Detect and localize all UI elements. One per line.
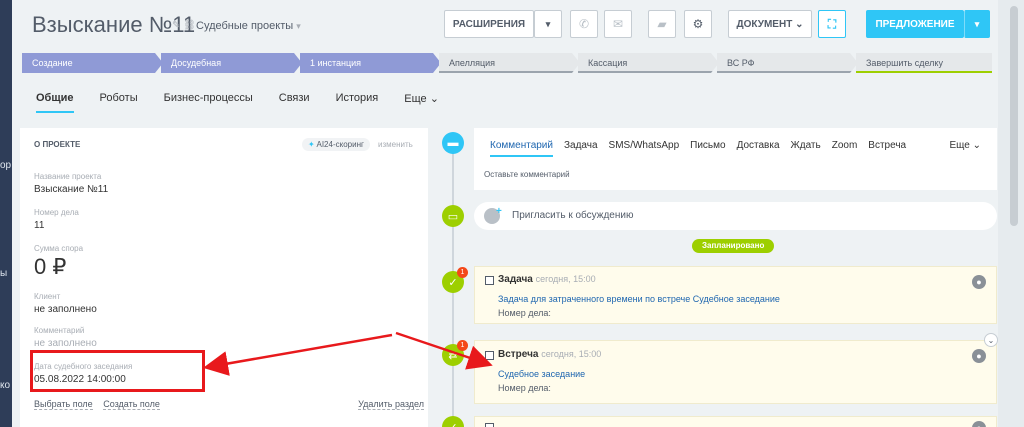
annotation-arrows	[203, 331, 493, 376]
arrow-to-hearing-date	[203, 333, 393, 376]
deal-card: Взыскание №11 ✎ ⛓ Судебные проекты ▾ РАС…	[12, 0, 998, 427]
background-label: ко	[0, 380, 11, 391]
background-label: ы	[0, 268, 8, 279]
scrollbar[interactable]	[1010, 6, 1018, 226]
arrow-to-meeting	[395, 331, 493, 370]
background-window-strip: ор ы ко	[0, 0, 12, 427]
background-label: ор	[0, 160, 12, 171]
right-scroll-area	[998, 0, 1024, 427]
